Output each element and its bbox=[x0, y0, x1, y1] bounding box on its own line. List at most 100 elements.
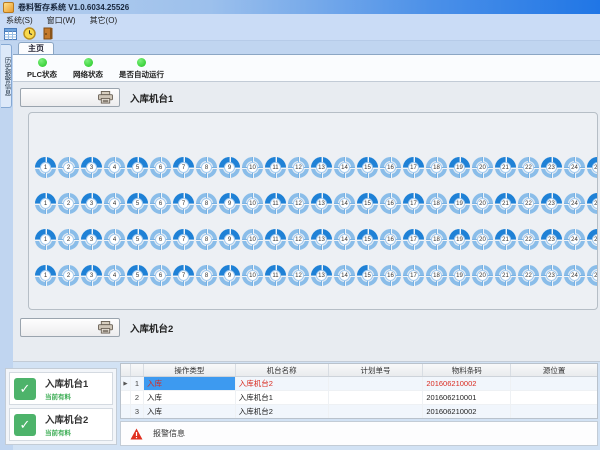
storage-slot[interactable]: 18 bbox=[426, 157, 447, 178]
storage-slot[interactable]: 13 bbox=[311, 193, 332, 214]
storage-slot[interactable]: 15 bbox=[357, 157, 378, 178]
storage-slot[interactable]: 23 bbox=[541, 265, 562, 286]
column-header[interactable]: 源位置 bbox=[511, 364, 597, 376]
calendar-icon[interactable] bbox=[4, 27, 17, 40]
storage-slot[interactable]: 18 bbox=[426, 193, 447, 214]
storage-slot[interactable]: 1 bbox=[35, 265, 56, 286]
cell-op-type[interactable]: 入库 bbox=[144, 377, 236, 390]
storage-slot[interactable]: 14 bbox=[334, 229, 355, 250]
column-header[interactable]: 机台名称 bbox=[236, 364, 329, 376]
cell-machine-name[interactable]: 入库机台1 bbox=[236, 391, 329, 404]
storage-slot[interactable]: 24 bbox=[564, 229, 585, 250]
table-row[interactable]: 3入库入库机台2201606210002 bbox=[121, 405, 597, 419]
storage-slot[interactable]: 19 bbox=[449, 229, 470, 250]
storage-slot[interactable]: 14 bbox=[334, 157, 355, 178]
storage-slot[interactable]: 9 bbox=[219, 265, 240, 286]
storage-slot[interactable]: 11 bbox=[265, 265, 286, 286]
storage-slot[interactable]: 25 bbox=[587, 265, 598, 286]
storage-slot[interactable]: 21 bbox=[495, 229, 516, 250]
cell-op-type[interactable]: 入库 bbox=[144, 391, 236, 404]
storage-slot[interactable]: 4 bbox=[104, 157, 125, 178]
storage-slot[interactable]: 19 bbox=[449, 157, 470, 178]
storage-slot[interactable]: 25 bbox=[587, 229, 598, 250]
storage-slot[interactable]: 8 bbox=[196, 157, 217, 178]
storage-slot[interactable]: 13 bbox=[311, 265, 332, 286]
storage-slot[interactable]: 7 bbox=[173, 193, 194, 214]
clock-icon[interactable] bbox=[23, 27, 36, 40]
storage-slot[interactable]: 18 bbox=[426, 265, 447, 286]
storage-slot[interactable]: 12 bbox=[288, 265, 309, 286]
storage-slot[interactable]: 2 bbox=[58, 265, 79, 286]
storage-slot[interactable]: 6 bbox=[150, 229, 171, 250]
machine-status-card[interactable]: ✓入库机台1当前有料 bbox=[9, 372, 113, 405]
cell-material-barcode[interactable]: 201606210002 bbox=[423, 405, 511, 418]
storage-slot[interactable]: 21 bbox=[495, 157, 516, 178]
cell-source-position[interactable] bbox=[511, 391, 597, 404]
storage-slot[interactable]: 11 bbox=[265, 229, 286, 250]
cell-plan-number[interactable] bbox=[329, 405, 424, 418]
station2-print-button[interactable] bbox=[20, 318, 120, 337]
storage-slot[interactable]: 22 bbox=[518, 229, 539, 250]
cell-source-position[interactable] bbox=[511, 377, 597, 390]
storage-slot[interactable]: 16 bbox=[380, 193, 401, 214]
storage-slot[interactable]: 20 bbox=[472, 265, 493, 286]
column-header[interactable]: 计划单号 bbox=[329, 364, 424, 376]
storage-slot[interactable]: 2 bbox=[58, 193, 79, 214]
cell-material-barcode[interactable]: 201606210002 bbox=[423, 377, 511, 390]
storage-slot[interactable]: 23 bbox=[541, 229, 562, 250]
cell-machine-name[interactable]: 入库机台2 bbox=[236, 405, 329, 418]
storage-slot[interactable]: 1 bbox=[35, 193, 56, 214]
storage-slot[interactable]: 3 bbox=[81, 229, 102, 250]
exit-door-icon[interactable] bbox=[42, 27, 55, 40]
storage-slot[interactable]: 20 bbox=[472, 193, 493, 214]
storage-slot[interactable]: 11 bbox=[265, 193, 286, 214]
storage-slot[interactable]: 16 bbox=[380, 157, 401, 178]
station1-print-button[interactable] bbox=[20, 88, 120, 107]
storage-slot[interactable]: 15 bbox=[357, 265, 378, 286]
storage-slot[interactable]: 22 bbox=[518, 157, 539, 178]
storage-slot[interactable]: 6 bbox=[150, 193, 171, 214]
storage-slot[interactable]: 5 bbox=[127, 157, 148, 178]
storage-slot[interactable]: 4 bbox=[104, 193, 125, 214]
storage-slot[interactable]: 13 bbox=[311, 229, 332, 250]
storage-slot[interactable]: 1 bbox=[35, 229, 56, 250]
storage-slot[interactable]: 25 bbox=[587, 157, 598, 178]
tab-home[interactable]: 主页 bbox=[18, 42, 54, 54]
column-header[interactable]: 操作类型 bbox=[144, 364, 236, 376]
storage-slot[interactable]: 4 bbox=[104, 265, 125, 286]
cell-plan-number[interactable] bbox=[329, 391, 424, 404]
storage-slot[interactable]: 17 bbox=[403, 265, 424, 286]
storage-slot[interactable]: 12 bbox=[288, 157, 309, 178]
storage-slot[interactable]: 23 bbox=[541, 157, 562, 178]
storage-slot[interactable]: 3 bbox=[81, 157, 102, 178]
storage-slot[interactable]: 2 bbox=[58, 229, 79, 250]
storage-slot[interactable]: 15 bbox=[357, 193, 378, 214]
storage-slot[interactable]: 8 bbox=[196, 193, 217, 214]
cell-machine-name[interactable]: 入库机台2 bbox=[236, 377, 329, 390]
storage-slot[interactable]: 7 bbox=[173, 157, 194, 178]
storage-slot[interactable]: 1 bbox=[35, 157, 56, 178]
table-row[interactable]: 2入库入库机台1201606210001 bbox=[121, 391, 597, 405]
storage-slot[interactable]: 7 bbox=[173, 229, 194, 250]
storage-slot[interactable]: 21 bbox=[495, 265, 516, 286]
storage-slot[interactable]: 17 bbox=[403, 229, 424, 250]
storage-slot[interactable]: 17 bbox=[403, 157, 424, 178]
storage-slot[interactable]: 24 bbox=[564, 193, 585, 214]
storage-slot[interactable]: 5 bbox=[127, 265, 148, 286]
storage-slot[interactable]: 6 bbox=[150, 157, 171, 178]
storage-slot[interactable]: 18 bbox=[426, 229, 447, 250]
storage-slot[interactable]: 6 bbox=[150, 265, 171, 286]
storage-slot[interactable]: 24 bbox=[564, 157, 585, 178]
cell-plan-number[interactable] bbox=[329, 377, 424, 390]
storage-slot[interactable]: 9 bbox=[219, 193, 240, 214]
storage-slot[interactable]: 10 bbox=[242, 265, 263, 286]
storage-slot[interactable]: 16 bbox=[380, 265, 401, 286]
storage-slot[interactable]: 5 bbox=[127, 193, 148, 214]
storage-slot[interactable]: 7 bbox=[173, 265, 194, 286]
storage-slot[interactable]: 10 bbox=[242, 193, 263, 214]
storage-slot[interactable]: 24 bbox=[564, 265, 585, 286]
storage-slot[interactable]: 4 bbox=[104, 229, 125, 250]
cell-material-barcode[interactable]: 201606210001 bbox=[423, 391, 511, 404]
storage-slot[interactable]: 5 bbox=[127, 229, 148, 250]
storage-slot[interactable]: 12 bbox=[288, 229, 309, 250]
